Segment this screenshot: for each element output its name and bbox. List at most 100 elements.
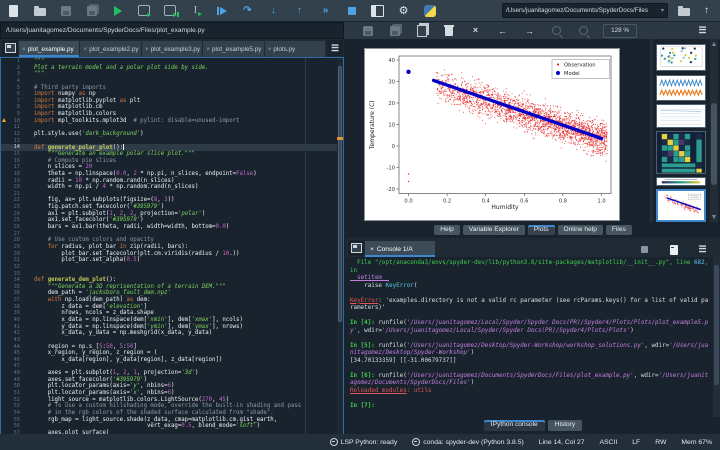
stop-square-icon <box>641 246 648 253</box>
editor-code[interactable]: """ Plot a terrain model and a polar plot… <box>25 58 337 435</box>
editor-options-button[interactable]: ☰ <box>327 40 343 56</box>
remove-plot-button[interactable] <box>441 23 456 38</box>
svg-text:0.4: 0.4 <box>482 199 491 205</box>
console-scrollbar[interactable] <box>713 257 720 417</box>
browse-tabs-button[interactable] <box>2 40 18 56</box>
scroll-down-arrow-icon[interactable] <box>711 215 716 219</box>
scrollbar-thumb[interactable] <box>711 103 717 185</box>
parent-directory-button[interactable]: ↑ <box>699 3 714 18</box>
zoom-level-spinbox[interactable]: 128 % <box>603 23 637 38</box>
close-icon[interactable]: × <box>370 246 374 253</box>
interrupt-kernel-button[interactable] <box>637 242 652 257</box>
new-file-button[interactable] <box>6 3 21 18</box>
save-plot-button[interactable] <box>360 23 375 38</box>
editor-tab-plot_example2.py[interactable]: × plot_example2.py <box>80 41 141 57</box>
svg-text:20: 20 <box>388 101 395 107</box>
previous-plot-button[interactable]: ← <box>495 23 510 38</box>
close-icon[interactable]: × <box>145 46 149 53</box>
pane-tab-plots[interactable]: Plots <box>527 224 555 236</box>
console-environment-button[interactable] <box>666 242 681 257</box>
console-options-button[interactable]: ☰ <box>695 242 710 257</box>
svg-text:-10: -10 <box>387 165 395 171</box>
run-cell-advance-button[interactable] <box>162 3 179 18</box>
scrollbar-thumb[interactable] <box>714 265 719 385</box>
step-over-button[interactable]: ↷ <box>240 3 255 18</box>
close-icon[interactable]: × <box>268 46 272 53</box>
close-icon: × <box>472 25 479 35</box>
svg-text:Observation: Observation <box>564 62 596 68</box>
plot-thumbnail-heatmap[interactable] <box>656 131 706 174</box>
editor-tab-plot_example3.py[interactable]: × plot_example3.py <box>141 41 203 57</box>
plot-thumbnail-line-series[interactable] <box>656 104 706 128</box>
save-button[interactable] <box>58 3 73 18</box>
close-icon[interactable]: × <box>83 46 87 53</box>
step-out-icon: ↑ <box>297 4 302 16</box>
code-editor[interactable]: 1 2 3 4 5 6 7 8 9 10 11 12 13 14 15 16 17 18 19 20 21 22 23 24 2… <box>0 57 344 436</box>
browse-directory-button[interactable] <box>676 3 691 18</box>
plots-splitter[interactable] <box>650 39 653 222</box>
editor-tab-plots.py[interactable]: × plots.py <box>264 41 325 57</box>
console-line: In [4]: runfile('/Users/juanitagomez/Loc… <box>350 320 709 334</box>
pane-tab-help[interactable]: Help <box>434 224 460 236</box>
stop-debug-button[interactable] <box>344 3 359 18</box>
tools-icon: ⚙ <box>398 4 409 17</box>
scrollbar-thumb[interactable] <box>338 65 342 322</box>
run-selection-button[interactable]: I <box>188 3 203 18</box>
lsp-status: LSP Python: ready <box>329 438 397 446</box>
editor-tab-plot_example5.py[interactable]: × plot_example5.py <box>203 41 264 57</box>
file-path-bar[interactable]: /Users/juanitagomez/Documents/SpyderDocs… <box>0 22 344 39</box>
editor-scrollbar[interactable] <box>337 58 343 435</box>
continue-button[interactable]: » <box>318 3 333 18</box>
close-icon[interactable]: × <box>22 46 26 53</box>
pane-tab-variable-explorer[interactable]: Variable Explorer <box>462 224 525 236</box>
plots-toolbar: × ← → 128 % ☰ <box>344 22 720 39</box>
interpreter-status[interactable]: conda: spyder-dev (Python 3.8.5) <box>412 438 524 446</box>
step-out-button[interactable]: ↑ <box>292 3 307 18</box>
plot-thumbnail-colorbar-strip[interactable] <box>656 177 706 186</box>
right-arrow-icon: → <box>525 25 534 36</box>
permissions-status: RW <box>655 438 667 446</box>
right-pane-tabbar: Help Variable Explorer Plots Online help Fil… <box>346 222 720 238</box>
save-all-button[interactable] <box>84 3 99 18</box>
cursor-position-status: Line 14, Col 27 <box>538 438 585 446</box>
debug-button[interactable] <box>214 3 229 18</box>
step-into-button[interactable]: ↓ <box>266 3 281 18</box>
browse-console-tabs-button[interactable] <box>348 240 364 256</box>
editor-tab-plot_example.py[interactable]: × plot_example.py <box>19 41 80 57</box>
ipython-console-output[interactable]: File "/opt/anaconda3/envs/spyder-dev/lib… <box>346 257 713 417</box>
plot-thumbnail-temperature-vs-humidity-model[interactable] <box>656 189 706 222</box>
next-plot-button[interactable]: → <box>522 23 537 38</box>
trash-icon <box>443 25 454 36</box>
tools-button[interactable]: ⚙ <box>396 3 411 18</box>
pane-tab-online-help[interactable]: Online help <box>557 224 603 236</box>
current-plot-figure[interactable]: 0.0 0.2 0.4 0.6 0.8 1.0 -20 -10 0 10 20 30 40 Humidit… <box>364 48 620 221</box>
python-path-button[interactable] <box>422 3 437 18</box>
edge-ruler <box>304 58 306 435</box>
python-logo-icon <box>423 4 436 17</box>
svg-text:0.0: 0.0 <box>404 199 412 205</box>
conda-icon <box>412 438 421 446</box>
working-directory-combobox[interactable]: /Users/juanitagomez/Documents/SpyderDocs… <box>502 3 668 18</box>
scroll-up-arrow-icon[interactable] <box>711 42 716 46</box>
plots-options-button[interactable]: ☰ <box>695 23 710 38</box>
console-line: KeyError: 'examples.directory is not a v… <box>350 297 709 312</box>
save-all-plots-button[interactable] <box>387 23 402 38</box>
remove-all-plots-button[interactable]: × <box>468 23 483 38</box>
plot-thumbnail-category-scatter[interactable] <box>656 44 706 71</box>
bottom-tab-history[interactable]: History <box>547 419 583 432</box>
close-icon[interactable]: × <box>206 46 210 53</box>
plot-thumbnail-waveforms[interactable] <box>656 75 706 101</box>
open-file-button[interactable] <box>32 3 47 18</box>
run-cell-button[interactable] <box>136 3 151 18</box>
pane-tab-files[interactable]: Files <box>605 224 632 236</box>
hamburger-menu-icon: ☰ <box>698 244 707 254</box>
console-tab[interactable]: × Console 1/A <box>365 241 435 257</box>
zoom-in-button[interactable] <box>549 23 564 38</box>
copy-plot-button[interactable] <box>414 23 429 38</box>
run-button[interactable] <box>110 3 125 18</box>
maximize-pane-button[interactable] <box>370 3 385 18</box>
zoom-out-button[interactable] <box>576 23 591 38</box>
thumbnails-scrollbar[interactable] <box>710 39 718 222</box>
bottom-tab-ipython-console[interactable]: IPython console <box>483 419 545 432</box>
console-line: Reloaded modules: utils <box>350 387 432 394</box>
